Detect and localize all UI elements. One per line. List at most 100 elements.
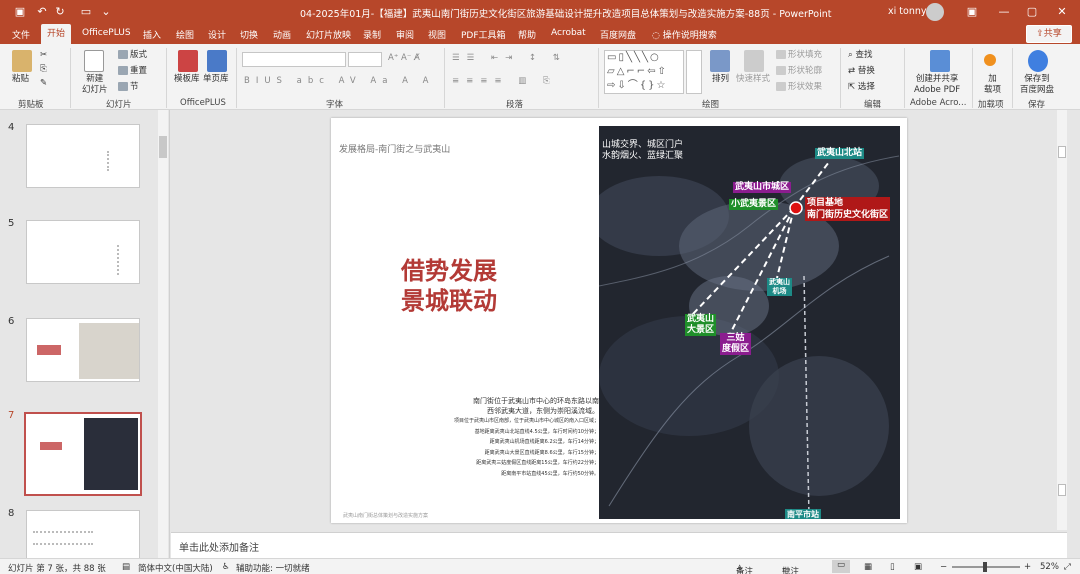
slide-heading[interactable]: 发展格局-南门街之与武夷山: [339, 142, 450, 155]
addins-icon[interactable]: [984, 54, 996, 66]
paste-icon[interactable]: [12, 50, 32, 72]
tab-insert[interactable]: 插入: [143, 28, 161, 41]
scrollbar-thumb[interactable]: [1058, 146, 1066, 158]
arrange-button[interactable]: 排列: [712, 74, 729, 85]
shapes-gallery[interactable]: ▭▯╲╲╲○ ▱△⌐⌐⇦⇧ ⇨⇩⌒{}☆: [604, 50, 684, 94]
thumbnail-scrollbar[interactable]: [158, 110, 168, 558]
zoom-slider-thumb[interactable]: [983, 562, 987, 572]
paste-button[interactable]: 粘贴: [12, 74, 29, 85]
slideshow-icon[interactable]: ▭: [78, 4, 94, 20]
notes-pane[interactable]: 单击此处添加备注: [171, 532, 1067, 558]
align-icons[interactable]: ≡≡≡≡ ▥ ⎘: [452, 76, 557, 87]
tab-file[interactable]: 文件: [12, 28, 30, 41]
reading-view-icon[interactable]: ▯: [890, 562, 895, 572]
shape-fill-button[interactable]: 形状填充: [776, 50, 822, 61]
tab-officeplus[interactable]: OfficePLUS: [82, 28, 131, 38]
format-painter-icon[interactable]: ✎: [40, 78, 47, 89]
zoom-in-button[interactable]: +: [1024, 562, 1031, 572]
zoom-level[interactable]: 52%: [1040, 562, 1059, 572]
desc-main-line: 南门街位于武夷山市中心的环岛东路以南: [473, 397, 599, 405]
slide-sorter-icon[interactable]: ▦: [864, 562, 872, 572]
tab-slideshow[interactable]: 幻灯片放映: [306, 28, 351, 41]
tab-view[interactable]: 视图: [428, 28, 446, 41]
tab-acrobat[interactable]: Acrobat: [551, 28, 586, 38]
accessibility-icon[interactable]: ♿: [222, 562, 230, 572]
customize-qat-icon[interactable]: ⌄: [98, 4, 114, 20]
tab-baidu[interactable]: 百度网盘: [600, 28, 636, 41]
redo-icon[interactable]: ↻: [52, 4, 68, 20]
addins-button[interactable]: 加 载项: [984, 74, 1001, 96]
slideshow-view-icon[interactable]: ▣: [914, 562, 922, 572]
shape-effect-button[interactable]: 形状效果: [776, 82, 822, 93]
template-library-button[interactable]: 模板库: [174, 74, 200, 85]
quick-style-icon[interactable]: [744, 50, 764, 72]
slide-thumbnail-7-selected[interactable]: [24, 412, 142, 496]
current-slide[interactable]: 发展格局-南门街之与武夷山 借势发展 景城联动 南门街位于武夷山市中心的环岛东路…: [331, 118, 907, 523]
tab-draw[interactable]: 绘图: [176, 28, 194, 41]
copy-icon[interactable]: ⎘: [40, 64, 47, 75]
template-library-icon[interactable]: [178, 50, 198, 72]
cut-icon[interactable]: ✂: [40, 50, 47, 61]
tab-transitions[interactable]: 切换: [240, 28, 258, 41]
accessibility-status[interactable]: 辅助功能: 一切就绪: [236, 562, 310, 574]
tell-me-search[interactable]: ◌ 操作说明搜索: [652, 28, 717, 41]
tab-home[interactable]: 开始: [41, 24, 71, 44]
single-page-library-button[interactable]: 单页库: [203, 74, 229, 85]
shape-outline-button[interactable]: 形状轮廓: [776, 66, 822, 77]
tab-design[interactable]: 设计: [208, 28, 226, 41]
list-icons[interactable]: ☰☰ ⇤⇥ ↕ ⇅: [452, 53, 567, 64]
scrollbar-thumb[interactable]: [159, 136, 167, 158]
normal-view-icon[interactable]: ▭: [832, 560, 850, 573]
language-indicator[interactable]: 简体中文(中国大陆): [138, 562, 213, 574]
slide-vertical-scrollbar[interactable]: [1057, 110, 1067, 530]
tab-record[interactable]: 录制: [363, 28, 381, 41]
scrollbar-lower-button[interactable]: [1058, 484, 1066, 496]
thumb-number: 6: [8, 316, 15, 327]
avatar[interactable]: [926, 3, 944, 21]
slide-thumbnail-5[interactable]: [26, 220, 140, 284]
slide-description[interactable]: 南门街位于武夷山市中心的环岛东路以南 西邻武夷大道，东侧为崇阳溪流域。 项目位于…: [454, 396, 599, 479]
tab-pdf-toolbox[interactable]: PDF工具箱: [461, 28, 506, 41]
user-name[interactable]: xi tonny: [888, 6, 926, 17]
create-pdf-button[interactable]: 创建并共享 Adobe PDF: [914, 74, 960, 96]
font-size-dropdown[interactable]: [348, 52, 382, 67]
undo-icon[interactable]: ↶: [34, 4, 50, 20]
arrange-icon[interactable]: [710, 50, 730, 72]
slide-thumbnail-4[interactable]: [26, 124, 140, 188]
font-format-icons[interactable]: BIUS abc AV Aa A A: [244, 76, 434, 87]
project-label-line: 项目基地: [807, 198, 844, 208]
slide-thumbnail-6[interactable]: [26, 318, 140, 382]
share-button[interactable]: ⇪共享: [1026, 25, 1072, 43]
new-slide-icon[interactable]: [84, 50, 104, 72]
replace-button[interactable]: ⇄ 替换: [848, 66, 875, 77]
minimize-icon[interactable]: —: [994, 2, 1014, 22]
select-button[interactable]: ⇱ 选择: [848, 82, 875, 93]
slide-big-title[interactable]: 借势发展 景城联动: [401, 256, 497, 316]
thumb-number: 7: [8, 410, 15, 421]
layout-button[interactable]: 版式: [118, 50, 147, 61]
shapes-gallery-scroll[interactable]: [686, 50, 702, 94]
zoom-out-button[interactable]: −: [940, 562, 947, 572]
fit-to-window-icon[interactable]: ⤢: [1064, 562, 1071, 572]
close-icon[interactable]: ✕: [1052, 2, 1072, 22]
quick-style-button[interactable]: 快速样式: [736, 74, 770, 85]
single-page-library-icon[interactable]: [207, 50, 227, 72]
section-button[interactable]: 节: [118, 82, 139, 93]
tab-review[interactable]: 审阅: [396, 28, 414, 41]
ribbon-display-icon[interactable]: ▣: [962, 2, 982, 22]
grow-font-icon[interactable]: A⁺ A⁻ A̸: [388, 53, 420, 64]
spellcheck-icon[interactable]: ▤: [122, 562, 130, 572]
reset-button[interactable]: 重置: [118, 66, 147, 77]
find-button[interactable]: ⌕ 查找: [848, 50, 872, 61]
tab-animations[interactable]: 动画: [273, 28, 291, 41]
restore-icon[interactable]: ▢: [1022, 2, 1042, 22]
tab-help[interactable]: 帮助: [518, 28, 536, 41]
baidu-cloud-icon[interactable]: [1028, 50, 1048, 72]
save-icon[interactable]: ▣: [12, 4, 28, 20]
save-to-baidu-button[interactable]: 保存到 百度网盘: [1020, 74, 1054, 96]
adobe-pdf-icon[interactable]: [930, 50, 950, 72]
satellite-map-image[interactable]: 山城交界、城区门户 水韵烟火、蓝绿汇聚 武夷山北站 武夷山市城区 小武夷景区 项…: [599, 126, 900, 519]
new-slide-button[interactable]: 新建 幻灯片: [82, 74, 108, 96]
font-name-dropdown[interactable]: [242, 52, 346, 67]
thumb-map: [84, 418, 138, 490]
